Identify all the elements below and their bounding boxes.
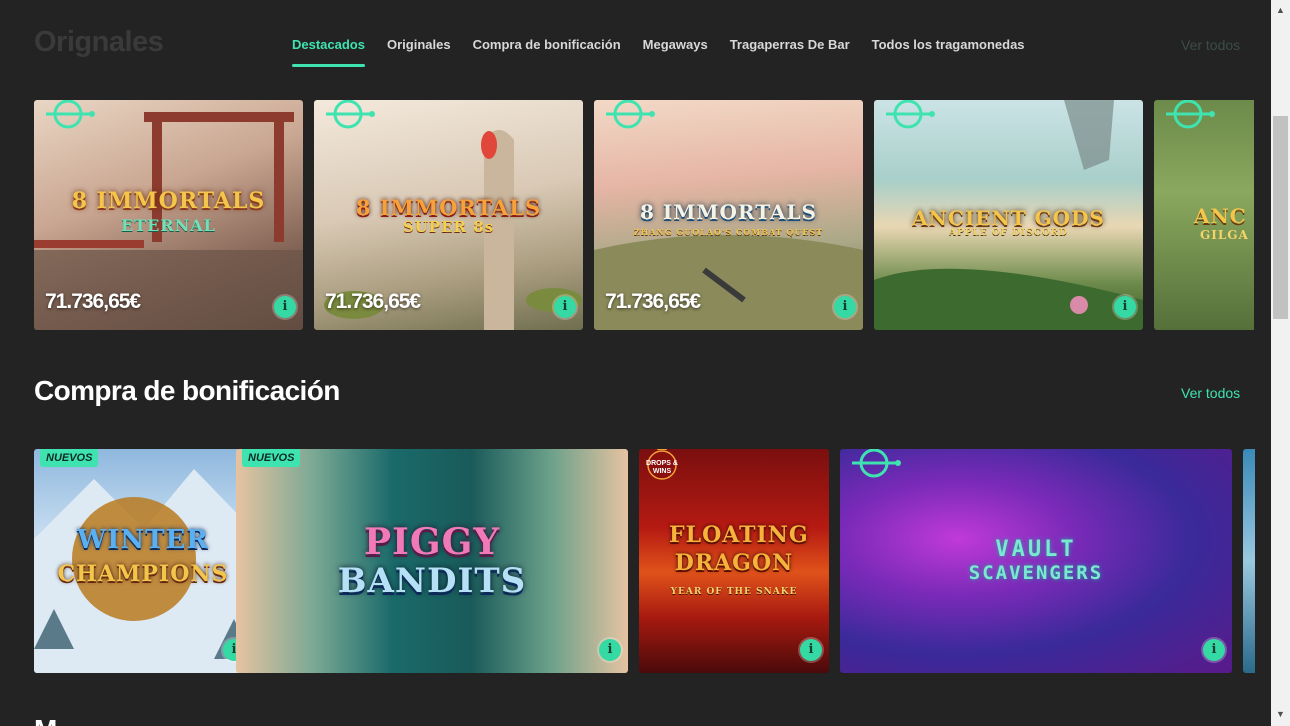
game-logo-subtext: SCAVENGERS [968, 562, 1104, 584]
casino-lobby: Orignales Destacados Originales Compra d… [0, 0, 1270, 726]
new-badge: NUEVOS [242, 449, 301, 467]
new-badge: NUEVOS [40, 449, 99, 467]
drops-wins-label: DROPS & WINS [646, 460, 678, 475]
info-icon[interactable]: i [274, 296, 296, 318]
next-section-title-peek: M [34, 714, 57, 726]
scroll-down-icon[interactable]: ▼ [1271, 706, 1290, 723]
section-title-compra-bonificacion: Compra de bonificación [34, 375, 340, 406]
game-card-ancient-gilgamesh-partial[interactable]: ANC GILGA [1154, 100, 1254, 330]
game-logo-text: 8 IMMORTALS [71, 188, 266, 214]
drop-jackpot-icon [852, 449, 901, 478]
game-card-piggy-bandits[interactable]: NUEVOS PIGGY BANDITS i [236, 449, 628, 673]
game-logo-text: VAULT [995, 537, 1077, 562]
drop-jackpot-icon [46, 100, 95, 129]
game-logo-text: 8 IMMORTALS [355, 195, 542, 220]
info-icon[interactable]: i [554, 296, 576, 318]
vertical-scrollbar[interactable]: ▲ ▼ [1271, 0, 1290, 726]
game-card-8-immortals-super-8s[interactable]: 8 IMMORTALS SUPER 8s 71.736,65€ i [314, 100, 583, 330]
drop-jackpot-icon [326, 100, 375, 129]
drop-jackpot-icon [606, 100, 655, 129]
jackpot-amount: 71.736,65€ [325, 290, 421, 313]
scroll-up-icon[interactable]: ▲ [1271, 2, 1290, 19]
game-card-vault-scavengers[interactable]: VAULT SCAVENGERS i [840, 449, 1232, 673]
game-logo-text: FLOATING DRAGON [669, 522, 809, 576]
tab-tragaperras-de-bar[interactable]: Tragaperras De Bar [730, 37, 850, 67]
tab-compra-bonificacion[interactable]: Compra de bonificación [473, 37, 621, 67]
game-logo-subtext: CHAMPIONS [57, 561, 229, 587]
game-logo-text: WINTER [77, 525, 209, 555]
game-logo-text: 8 IMMORTALS [639, 200, 817, 224]
tab-originales[interactable]: Originales [387, 37, 451, 67]
game-logo-subtext: GILGA [1200, 228, 1249, 242]
game-card-8-immortals-eternal[interactable]: 8 IMMORTALS ETERNAL 71.736,65€ i [34, 100, 303, 330]
drop-jackpot-icon [1166, 100, 1215, 129]
info-icon[interactable]: i [1203, 639, 1225, 661]
game-card-floating-dragon[interactable]: DROPS & WINS FLOATING DRAGON YEAR OF THE… [639, 449, 829, 673]
game-card-8-immortals-combat-quest[interactable]: 8 IMMORTALS ZHANG GUOLAO'S COMBAT QUEST … [594, 100, 863, 330]
info-icon[interactable]: i [834, 296, 856, 318]
tab-megaways[interactable]: Megaways [643, 37, 708, 67]
jackpot-amount: 71.736,65€ [605, 290, 701, 313]
tab-destacados[interactable]: Destacados [292, 37, 365, 67]
game-logo-subtext: YEAR OF THE SNAKE [670, 587, 798, 597]
game-card-ancient-gods[interactable]: ANCIENT GODS APPLE OF DISCORD i [874, 100, 1143, 330]
game-logo-text: ANC [1194, 204, 1247, 228]
see-all-link-bonus[interactable]: Ver todos [1181, 385, 1240, 401]
game-logo-subtext: SUPER 8s [402, 218, 495, 236]
scrollbar-thumb[interactable] [1273, 116, 1288, 319]
jackpot-amount: 71.736,65€ [45, 290, 141, 313]
game-logo-text: PIGGY [363, 521, 501, 563]
info-icon[interactable]: i [599, 639, 621, 661]
info-icon[interactable]: i [1114, 296, 1136, 318]
category-tabs: Destacados Originales Compra de bonifica… [292, 37, 1025, 67]
game-logo-text: ANCIENT GODS [912, 206, 1105, 230]
game-logo-subtext: ZHANG GUOLAO'S COMBAT QUEST [633, 227, 824, 237]
game-logo-subtext: BANDITS [337, 561, 527, 601]
game-card-partial-next[interactable] [1243, 449, 1255, 673]
game-logo-subtext: ETERNAL [121, 216, 216, 235]
game-logo-subtext: APPLE OF DISCORD [948, 228, 1068, 238]
section-title-originales: Orignales [34, 26, 164, 58]
tab-todos-tragamonedas[interactable]: Todos los tragamonedas [872, 37, 1025, 67]
game-card-winter-champions[interactable]: NUEVOS WINTER CHAMPIONS i [34, 449, 252, 673]
drop-jackpot-icon [886, 100, 935, 129]
see-all-link-top[interactable]: Ver todos [1181, 37, 1240, 53]
info-icon[interactable]: i [800, 639, 822, 661]
